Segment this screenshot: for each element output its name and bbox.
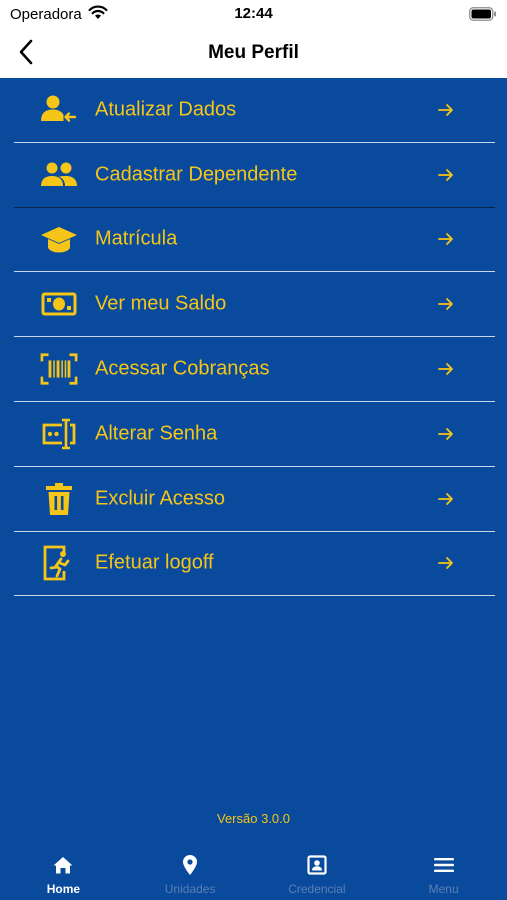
- menu-item-alterar-senha[interactable]: Alterar Senha: [14, 402, 495, 467]
- menu-item-label: Cadastrar Dependente: [95, 163, 298, 186]
- arrow-right-icon: [437, 101, 455, 119]
- profile-menu: Atualizar Dados Cadastrar Dependente Mat…: [14, 78, 495, 597]
- trash-icon: [40, 480, 78, 518]
- arrow-right-icon: [437, 425, 455, 443]
- home-icon: [53, 854, 73, 876]
- menu-item-matricula[interactable]: Matrícula: [14, 208, 495, 273]
- tab-bar: Home Unidades Credencial Menu: [0, 840, 507, 900]
- money-bill-icon: [40, 285, 78, 323]
- menu-item-label: Acessar Cobranças: [95, 357, 270, 380]
- menu-item-atualizar-dados[interactable]: Atualizar Dados: [14, 78, 495, 143]
- user-update-icon: [40, 91, 78, 129]
- tab-menu[interactable]: Menu: [380, 840, 507, 900]
- graduation-cap-icon: [40, 220, 78, 258]
- menu-item-cadastrar-dependente[interactable]: Cadastrar Dependente: [14, 143, 495, 208]
- barcode-scan-icon: [40, 350, 78, 388]
- arrow-right-icon: [437, 490, 455, 508]
- users-icon: [40, 156, 78, 194]
- tab-label: Menu: [428, 882, 459, 896]
- tab-label: Home: [46, 882, 81, 896]
- id-card-icon: [307, 854, 327, 876]
- app-version: Versão 3.0.0: [217, 811, 290, 826]
- navigation-bar: Meu Perfil: [0, 30, 507, 78]
- tab-unidades[interactable]: Unidades: [127, 840, 254, 900]
- tab-credencial[interactable]: Credencial: [254, 840, 381, 900]
- hamburger-icon: [433, 854, 455, 876]
- arrow-right-icon: [437, 166, 455, 184]
- menu-item-efetuar-logoff[interactable]: Efetuar logoff: [14, 532, 495, 597]
- menu-item-label: Alterar Senha: [95, 422, 218, 445]
- menu-item-excluir-acesso[interactable]: Excluir Acesso: [14, 467, 495, 532]
- menu-item-ver-meu-saldo[interactable]: Ver meu Saldo: [14, 272, 495, 338]
- menu-item-label: Atualizar Dados: [95, 98, 237, 121]
- tab-label: Credencial: [288, 882, 346, 896]
- profile-content: Atualizar Dados Cadastrar Dependente Mat…: [0, 78, 507, 840]
- map-pin-icon: [182, 854, 198, 876]
- arrow-right-icon: [437, 554, 455, 572]
- menu-item-label: Efetuar logoff: [95, 551, 214, 574]
- arrow-right-icon: [437, 360, 455, 378]
- status-bar: Operadora 12:44: [0, 0, 507, 30]
- arrow-right-icon: [437, 295, 455, 313]
- page-title: Meu Perfil: [208, 42, 299, 63]
- menu-item-label: Matrícula: [95, 227, 178, 250]
- password-field-icon: [40, 415, 78, 453]
- menu-item-label: Excluir Acesso: [95, 487, 226, 510]
- tab-label: Unidades: [164, 882, 216, 896]
- battery-icon: [469, 7, 497, 26]
- arrow-right-icon: [437, 230, 455, 248]
- exit-door-icon: [40, 544, 78, 582]
- tab-home[interactable]: Home: [0, 840, 127, 900]
- menu-item-acessar-cobrancas[interactable]: Acessar Cobranças: [14, 337, 495, 402]
- clock: 12:44: [234, 5, 273, 22]
- menu-item-label: Ver meu Saldo: [95, 292, 227, 315]
